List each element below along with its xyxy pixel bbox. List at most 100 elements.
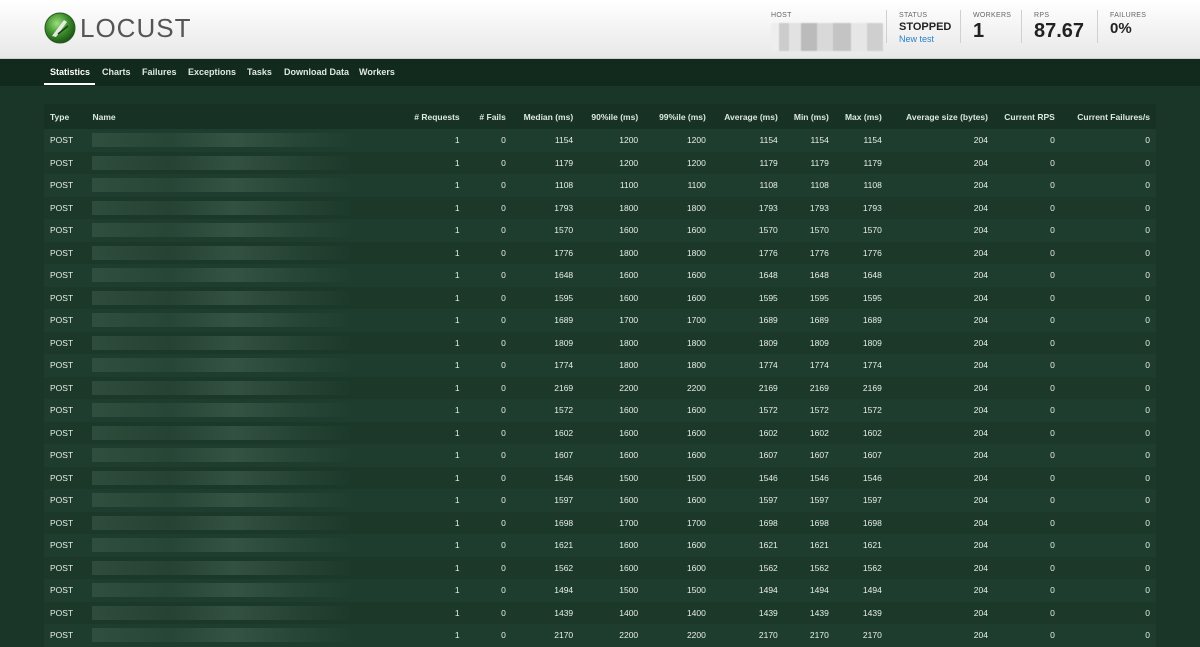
cell-type: POST xyxy=(50,450,74,461)
column-header-average[interactable]: Average (ms) xyxy=(712,104,784,129)
failures-value: 0% xyxy=(1110,20,1132,37)
cell-p99: 1500 xyxy=(686,472,706,483)
cell-avg-size: 204 xyxy=(973,337,988,348)
new-test-link[interactable]: New test xyxy=(899,34,951,44)
cell-name xyxy=(86,512,372,535)
cell-name xyxy=(86,557,372,580)
tab-workers[interactable]: Workers xyxy=(359,67,395,77)
table-row: POST 1 0 1597 1600 1600 1597 1597 1597 204 0 0 xyxy=(44,489,1156,512)
cell-min: 1776 xyxy=(809,247,829,258)
cell-fails: 0 xyxy=(501,517,506,528)
column-header-current-failures[interactable]: Current Failures/s xyxy=(1061,104,1156,129)
column-header-requests[interactable]: # Requests xyxy=(373,104,466,129)
cell-fails: 0 xyxy=(501,585,506,596)
column-header-90ile[interactable]: 90%ile (ms) xyxy=(579,104,644,129)
cell-current-rps: 0 xyxy=(1050,630,1055,641)
cell-fails: 0 xyxy=(501,540,506,551)
cell-average: 1648 xyxy=(758,270,778,281)
cell-p99: 1600 xyxy=(686,405,706,416)
tab-tasks[interactable]: Tasks xyxy=(247,67,272,77)
cell-current-failures: 0 xyxy=(1145,270,1150,281)
table-row: POST 1 0 1698 1700 1700 1698 1698 1698 204 0 0 xyxy=(44,511,1156,535)
cell-fails: 0 xyxy=(501,270,506,281)
cell-avg-size: 204 xyxy=(973,270,988,281)
table-row: POST 1 0 1108 1100 1100 1108 1108 1108 204 0 0 xyxy=(44,174,1156,197)
tab-statistics[interactable]: Statistics xyxy=(50,67,90,77)
tab-exceptions[interactable]: Exceptions xyxy=(188,67,236,77)
cell-current-failures: 0 xyxy=(1145,292,1150,303)
cell-min: 1689 xyxy=(809,315,829,326)
cell-fails: 0 xyxy=(501,495,506,506)
table-row: POST 1 0 1494 1500 1500 1494 1494 1494 204 0 0 xyxy=(44,579,1156,602)
cell-min: 1698 xyxy=(809,517,829,528)
cell-current-failures: 0 xyxy=(1145,630,1150,641)
cell-name xyxy=(86,197,372,220)
cell-fails: 0 xyxy=(501,360,506,371)
cell-average: 1546 xyxy=(758,472,778,483)
cell-requests: 1 xyxy=(454,585,460,596)
column-header-99ile[interactable]: 99%ile (ms) xyxy=(644,104,712,129)
cell-current-rps: 0 xyxy=(1050,337,1055,348)
cell-current-failures: 0 xyxy=(1145,607,1150,618)
cell-avg-size: 204 xyxy=(973,472,988,483)
cell-current-rps: 0 xyxy=(1050,292,1055,303)
cell-median: 1595 xyxy=(554,292,574,303)
cell-median: 1439 xyxy=(554,607,574,618)
cell-name xyxy=(86,287,372,310)
cell-average: 1562 xyxy=(758,562,778,573)
cell-p99: 1800 xyxy=(686,247,706,258)
cell-requests: 1 xyxy=(454,540,460,551)
cell-fails: 0 xyxy=(501,180,506,191)
cell-name xyxy=(86,579,372,602)
tab-download-data[interactable]: Download Data xyxy=(284,67,349,77)
cell-min: 1597 xyxy=(809,495,829,506)
cell-current-rps: 0 xyxy=(1050,607,1055,618)
cell-name xyxy=(86,399,372,422)
cell-type: POST xyxy=(50,337,74,348)
cell-average: 1809 xyxy=(758,337,778,348)
cell-min: 1809 xyxy=(809,337,829,348)
cell-min: 1154 xyxy=(810,135,829,146)
cell-current-rps: 0 xyxy=(1050,247,1055,258)
cell-avg-size: 204 xyxy=(973,495,988,506)
status-panel: STATUS STOPPED New test xyxy=(899,12,951,44)
cell-current-failures: 0 xyxy=(1145,225,1150,236)
name-redacted xyxy=(92,605,351,620)
column-header-fails[interactable]: # Fails xyxy=(466,104,512,129)
cell-name xyxy=(86,602,372,625)
column-header-median[interactable]: Median (ms) xyxy=(512,104,579,129)
cell-median: 1648 xyxy=(554,270,574,281)
cell-current-failures: 0 xyxy=(1145,135,1150,146)
tab-charts[interactable]: Charts xyxy=(102,67,131,77)
column-header-max[interactable]: Max (ms) xyxy=(835,104,888,129)
column-header-type[interactable]: Type xyxy=(44,104,86,129)
cell-avg-size: 204 xyxy=(973,360,988,371)
cell-name xyxy=(86,624,372,647)
name-redacted xyxy=(92,200,351,215)
cell-requests: 1 xyxy=(454,315,460,326)
cell-average: 1602 xyxy=(758,427,778,438)
cell-p99: 1100 xyxy=(687,180,706,191)
cell-current-rps: 0 xyxy=(1050,157,1055,168)
column-header-average-size[interactable]: Average size (bytes) xyxy=(888,104,994,129)
cell-p99: 1600 xyxy=(686,540,706,551)
cell-p99: 1700 xyxy=(686,315,706,326)
cell-p99: 1800 xyxy=(686,202,706,213)
table-row: POST 1 0 1607 1600 1600 1607 1607 1607 204 0 0 xyxy=(44,444,1156,467)
cell-p90: 2200 xyxy=(619,630,639,641)
column-header-name[interactable]: Name xyxy=(86,104,372,129)
cell-max: 1698 xyxy=(862,517,882,528)
cell-current-failures: 0 xyxy=(1145,315,1150,326)
cell-p99: 2200 xyxy=(686,630,706,641)
cell-average: 1698 xyxy=(758,517,778,528)
failures-panel: FAILURES 0% xyxy=(1110,12,1146,37)
column-header-current-rps[interactable]: Current RPS xyxy=(994,104,1061,129)
cell-median: 1179 xyxy=(554,157,574,168)
column-header-min[interactable]: Min (ms) xyxy=(784,104,835,129)
cell-requests: 1 xyxy=(454,157,460,168)
cell-type: POST xyxy=(50,180,74,191)
cell-current-failures: 0 xyxy=(1145,472,1150,483)
cell-name xyxy=(86,422,372,445)
tab-failures[interactable]: Failures xyxy=(142,67,177,77)
locust-logo[interactable]: LOCUST xyxy=(44,12,191,44)
